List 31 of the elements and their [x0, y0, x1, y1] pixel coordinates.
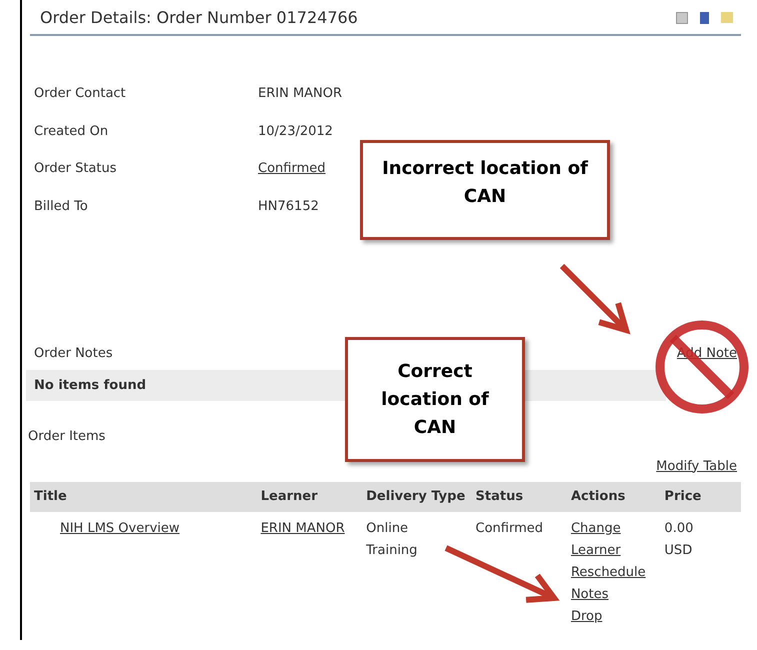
action-link[interactable]: Reschedule: [570, 562, 646, 584]
action-link[interactable]: Change Learner: [570, 518, 664, 562]
field-label: Created On: [34, 122, 110, 140]
section-title: Order Items: [28, 428, 106, 446]
course-link[interactable]: NIH LMS Overview: [60, 520, 180, 536]
page-title: Order Details: Order Number 01724766: [40, 7, 358, 29]
learner-link[interactable]: ERIN MANOR: [260, 520, 345, 536]
action-link[interactable]: Drop: [570, 606, 602, 628]
field-value: ERIN MANOR: [258, 85, 342, 103]
table-cell-text: 0.00 USD: [664, 520, 694, 560]
section-title: Order Notes: [34, 345, 113, 363]
action-link[interactable]: Notes: [570, 584, 608, 606]
modify-table-link[interactable]: Modify Table: [656, 456, 737, 476]
field-label: Order Status: [34, 160, 118, 178]
table-cell: Confirmed: [476, 520, 543, 536]
column-header: Actions: [570, 489, 626, 504]
column-header: Status: [476, 489, 524, 504]
table-cell-text: Online Training: [366, 520, 418, 560]
column-header: Delivery Type: [366, 489, 466, 504]
field-value: 10/23/2012: [258, 122, 333, 140]
field-label: Order Contact: [34, 85, 127, 103]
callout-box: Correct location of CAN: [345, 337, 525, 462]
arrow: [560, 264, 630, 334]
field-value: HN76152: [258, 198, 319, 216]
column-header: Learner: [260, 489, 318, 504]
field-label: Billed To: [34, 198, 89, 216]
prohibition-sign-icon: [656, 320, 748, 414]
status-link[interactable]: Confirmed: [258, 159, 326, 178]
column-header: Title: [34, 489, 67, 504]
callout-box: Incorrect location of CAN: [360, 140, 610, 240]
column-header: Price: [664, 489, 702, 504]
